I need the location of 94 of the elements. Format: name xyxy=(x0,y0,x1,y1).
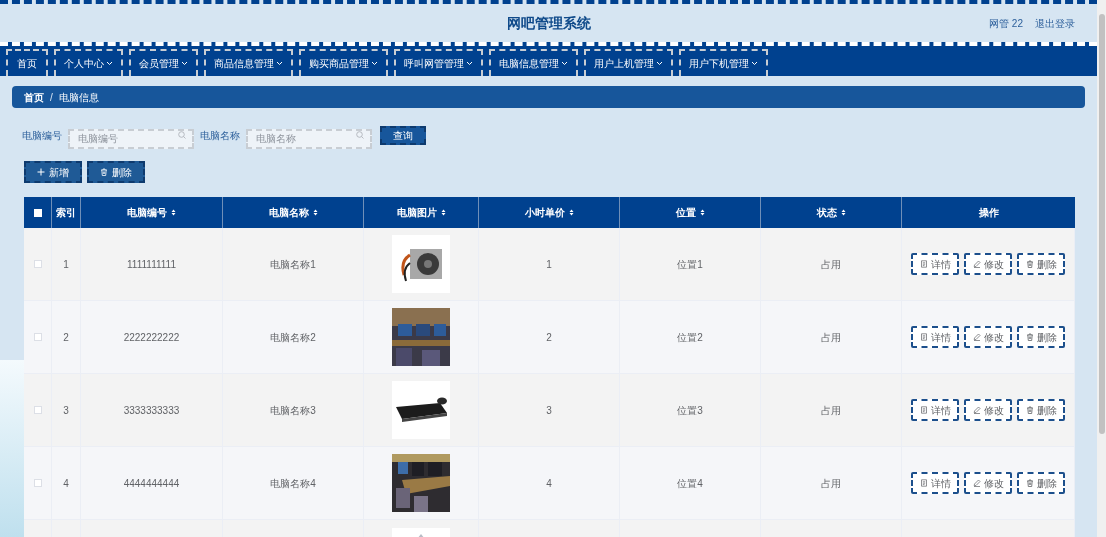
detail-button[interactable]: 详情 xyxy=(911,399,959,421)
chevron-down-icon xyxy=(466,61,473,66)
table-cell-text: 电脑名称3 xyxy=(270,403,316,418)
column-header: 小时单价 xyxy=(524,206,565,220)
table-cell-text: 2 xyxy=(546,330,552,345)
document-icon xyxy=(919,333,928,341)
table-cell-text: 3 xyxy=(546,403,552,418)
delete-button[interactable]: 删除 xyxy=(87,161,145,183)
table-cell-text: 占用 xyxy=(821,257,841,272)
table-cell-text: 电脑名称1 xyxy=(270,257,316,272)
document-icon xyxy=(919,406,928,414)
delete-button[interactable]: 删除 xyxy=(1017,399,1065,421)
table-cell-text: 电脑名称4 xyxy=(270,476,316,491)
column-header: 电脑图片 xyxy=(396,206,437,220)
document-icon xyxy=(919,479,928,487)
nav-tab[interactable]: 用户上机管理 xyxy=(584,49,673,76)
table-cell-text: 3 xyxy=(63,403,69,418)
search-field[interactable]: 电脑编号 xyxy=(68,128,194,149)
nav-tab[interactable]: 首页 xyxy=(6,49,48,76)
plus-icon xyxy=(37,168,45,176)
chevron-down-icon xyxy=(276,61,283,66)
edit-button[interactable]: 修改 xyxy=(964,399,1012,421)
search-field[interactable]: 电脑名称 xyxy=(246,128,372,149)
table-cell-text: 位置3 xyxy=(677,403,703,418)
column-header: 电脑名称 xyxy=(268,206,309,220)
pencil-icon xyxy=(972,260,981,268)
detail-button[interactable]: 详情 xyxy=(911,472,959,494)
nav-tab[interactable]: 电脑信息管理 xyxy=(489,49,578,76)
chevron-down-icon xyxy=(561,61,568,66)
delete-button[interactable]: 删除 xyxy=(1017,253,1065,275)
trash-icon xyxy=(1025,479,1034,487)
delete-button[interactable]: 删除 xyxy=(1017,472,1065,494)
field-label: 电脑编号 xyxy=(22,128,62,143)
checkbox[interactable] xyxy=(33,406,42,414)
edit-button[interactable]: 修改 xyxy=(964,253,1012,275)
table-cell-text: 位置2 xyxy=(677,330,703,345)
table-cell-text: 占用 xyxy=(821,330,841,345)
pencil-icon xyxy=(972,479,981,487)
edit-button[interactable]: 修改 xyxy=(964,472,1012,494)
table-cell-text: 4 xyxy=(63,476,69,491)
column-header: 索引 xyxy=(56,206,76,220)
trash-icon xyxy=(1025,260,1034,268)
search-button[interactable]: 查询 xyxy=(380,125,426,145)
nav-tab[interactable]: 购买商品管理 xyxy=(299,49,388,76)
trash-icon xyxy=(1025,333,1034,341)
nav-tab[interactable]: 用户下机管理 xyxy=(679,49,768,76)
chevron-down-icon xyxy=(106,61,113,66)
pencil-icon xyxy=(972,406,981,414)
logout-link[interactable]: 退出登录 xyxy=(1035,16,1075,31)
table-cell-text: 2 xyxy=(63,330,69,345)
column-header: 位置 xyxy=(675,206,696,220)
pencil-icon xyxy=(972,333,981,341)
table-cell-text: 占用 xyxy=(821,476,841,491)
user-name: 网管 22 xyxy=(989,17,1023,31)
chevron-down-icon xyxy=(751,61,758,66)
chevron-down-icon xyxy=(181,61,188,66)
trash-icon xyxy=(100,168,108,176)
nav-tab[interactable]: 呼叫网管管理 xyxy=(394,49,483,76)
search-icon xyxy=(356,131,364,139)
table-cell-text: 1 xyxy=(546,257,552,272)
table-cell-text: 1 xyxy=(63,257,69,272)
chevron-down-icon xyxy=(371,61,378,66)
column-header: 操作 xyxy=(978,206,999,220)
table-cell-text: 位置4 xyxy=(677,476,703,491)
detail-button[interactable]: 详情 xyxy=(911,253,959,275)
add-button[interactable]: 新增 xyxy=(24,161,82,183)
checkbox[interactable] xyxy=(33,260,42,268)
nav-tab[interactable]: 商品信息管理 xyxy=(204,49,293,76)
breadcrumb-separator: / xyxy=(50,90,53,105)
table-cell-text: 3333333333 xyxy=(123,403,180,418)
column-header: 状态 xyxy=(816,206,837,220)
column-header: 电脑编号 xyxy=(127,206,167,220)
table-cell-text: 电脑名称2 xyxy=(270,330,316,345)
table-cell-text: 4 xyxy=(546,476,552,491)
app-title: 网吧管理系统 xyxy=(506,13,591,33)
breadcrumb-item[interactable]: 首页 xyxy=(24,89,44,105)
search-icon xyxy=(178,131,186,139)
chevron-down-icon xyxy=(656,61,663,66)
breadcrumb-item[interactable]: 电脑信息 xyxy=(58,89,99,105)
table-cell-text: 2222222222 xyxy=(123,330,180,345)
document-icon xyxy=(919,260,928,268)
nav-tab[interactable]: 会员管理 xyxy=(129,49,198,76)
delete-button[interactable]: 删除 xyxy=(1017,326,1065,348)
table-cell-text: 占用 xyxy=(821,403,841,418)
table-cell-text: 4444444444 xyxy=(123,476,180,491)
table-cell-text: 位置1 xyxy=(677,257,703,272)
checkbox[interactable] xyxy=(33,333,42,341)
trash-icon xyxy=(1025,406,1034,414)
field-label: 电脑名称 xyxy=(200,128,240,143)
detail-button[interactable]: 详情 xyxy=(911,326,959,348)
nav-tab[interactable]: 个人中心 xyxy=(54,49,123,76)
checkbox[interactable] xyxy=(33,479,42,487)
edit-button[interactable]: 修改 xyxy=(964,326,1012,348)
table-cell-text: 1111111111 xyxy=(127,257,176,272)
